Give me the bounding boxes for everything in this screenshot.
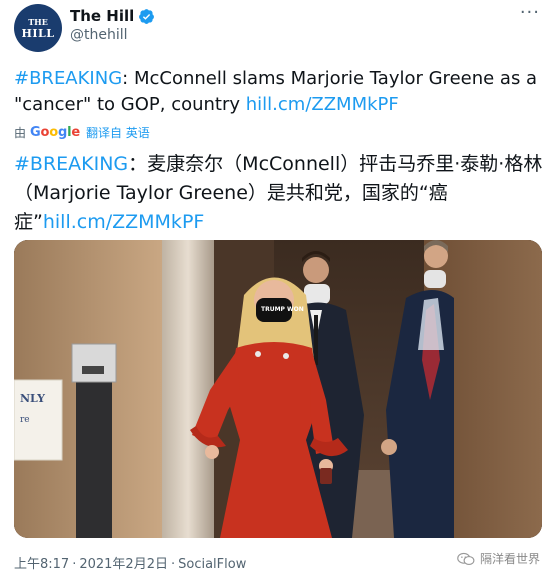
translate-prefix: 由 — [14, 126, 27, 140]
avatar-text-bottom: HILL — [21, 27, 55, 40]
watermark-text: 隔洋看世界 — [479, 552, 540, 566]
name-row: The Hill — [70, 7, 155, 25]
tweet-text-english: #BREAKING: McConnell slams Marjorie Tayl… — [14, 66, 546, 118]
tweet-date: 2021年2月2日 — [79, 557, 168, 572]
more-options-icon[interactable]: ··· — [520, 2, 540, 23]
handle[interactable]: @thehill — [70, 27, 128, 43]
translation-attribution: 由 Google 翻译自 英语 — [14, 124, 150, 141]
display-name[interactable]: The Hill — [70, 7, 134, 25]
tweet-text-translated: #BREAKING：麦康奈尔（McConnell）抨击马乔里·泰勒·格林（Mar… — [14, 150, 546, 237]
hashtag-link[interactable]: #BREAKING — [14, 68, 122, 89]
tweet-source[interactable]: SocialFlow — [178, 557, 246, 572]
verified-badge-icon — [139, 8, 155, 24]
tweet-time: 上午8:17 — [14, 557, 70, 572]
tweet-url-link-translated[interactable]: hill.cm/ZZMMkPF — [43, 211, 204, 233]
wechat-icon — [457, 552, 475, 565]
mask-text: TRUMP WON — [261, 306, 304, 313]
tweet-timestamp[interactable]: 上午8:17 · 2021年2月2日 · SocialFlow — [14, 553, 246, 572]
footer-separator: · — [72, 557, 77, 572]
google-logo-icon: Google — [30, 125, 80, 140]
photo-image: NLY re TRUMP WON — [14, 240, 542, 538]
tweet-header: THE HILL The Hill @thehill ··· — [0, 0, 554, 60]
translate-label[interactable]: 翻译自 英语 — [86, 124, 150, 141]
svg-text:NLY: NLY — [20, 392, 45, 405]
svg-text:re: re — [20, 415, 30, 425]
tweet-photo[interactable]: NLY re TRUMP WON — [14, 240, 542, 538]
tweet-url-link[interactable]: hill.cm/ZZMMkPF — [246, 94, 399, 115]
watermark: 隔洋看世界 — [457, 550, 540, 567]
avatar[interactable]: THE HILL — [14, 4, 62, 52]
footer-separator-2: · — [170, 557, 176, 572]
hashtag-link-translated[interactable]: #BREAKING — [14, 153, 128, 175]
